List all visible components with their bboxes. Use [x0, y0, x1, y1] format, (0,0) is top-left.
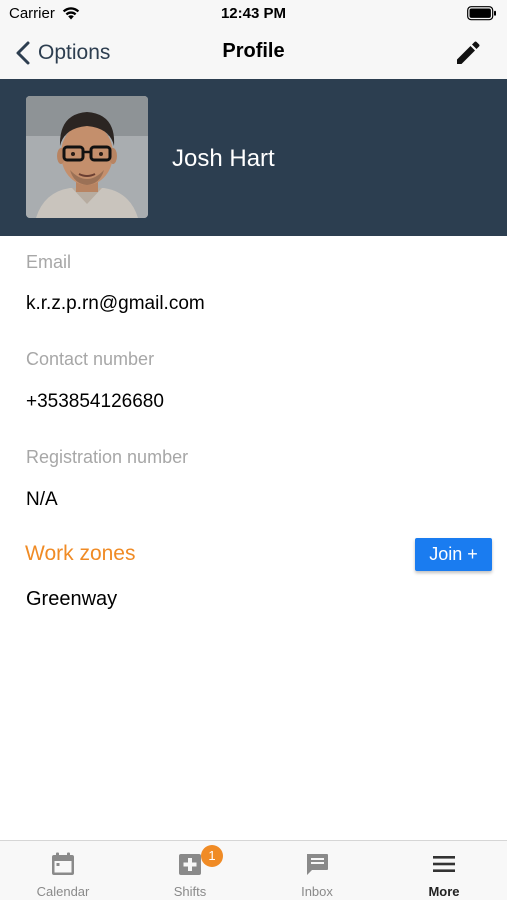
- profile-header: Josh Hart: [0, 79, 507, 236]
- work-zones-title: Work zones: [25, 542, 136, 565]
- inbox-icon: [307, 854, 328, 875]
- edit-button[interactable]: [453, 38, 483, 68]
- contact-number-label: Contact number: [26, 349, 155, 369]
- tab-shifts-label: Shifts: [173, 884, 207, 899]
- tab-inbox[interactable]: Inbox: [254, 841, 380, 900]
- avatar: [26, 96, 148, 218]
- navigation-bar: Options Profile: [0, 28, 507, 79]
- work-zone-item: Greenway: [26, 588, 118, 610]
- shifts-badge: 1: [201, 845, 223, 867]
- join-zone-button[interactable]: Join +: [415, 538, 492, 571]
- profile-name: Josh Hart: [172, 145, 275, 172]
- registration-number-value: N/A: [26, 489, 58, 510]
- tab-more-label: More: [428, 884, 460, 899]
- tab-bar: Calendar 1 Shifts Inbox More: [0, 840, 507, 900]
- menu-icon: [433, 856, 455, 872]
- registration-number-label: Registration number: [26, 447, 189, 467]
- tab-shifts[interactable]: 1 Shifts: [127, 841, 253, 900]
- shifts-plus-icon: [179, 854, 201, 875]
- contact-number-value: +353854126680: [26, 391, 164, 412]
- page-title: Profile: [222, 40, 285, 62]
- tab-inbox-label: Inbox: [301, 884, 333, 899]
- status-bar: Carrier 12:43 PM: [0, 0, 507, 28]
- battery-icon: [467, 6, 496, 21]
- tab-calendar-label: Calendar: [36, 884, 90, 899]
- email-label: Email: [26, 252, 72, 272]
- tab-more[interactable]: More: [381, 841, 507, 900]
- pencil-icon: [457, 41, 480, 64]
- email-value: k.r.z.p.rn@gmail.com: [26, 293, 205, 314]
- calendar-icon: [52, 852, 74, 875]
- profile-photo: [26, 96, 148, 218]
- status-time: 12:43 PM: [220, 5, 287, 22]
- tab-calendar[interactable]: Calendar: [0, 841, 126, 900]
